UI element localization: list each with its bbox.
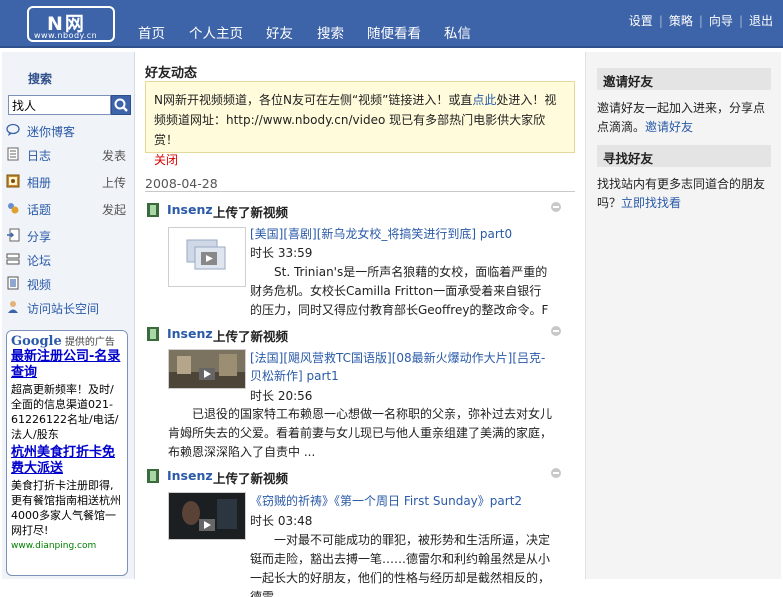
invite-link[interactable]: 邀请好友 [645,120,693,134]
google-logo: Google [11,334,62,349]
feed-user-link[interactable]: Insenz [167,468,213,483]
ad-title-1[interactable]: 最新注册公司-名录查询 [7,349,127,381]
nav-browse[interactable]: 随便看看 [367,22,421,42]
site-logo[interactable]: N网 www.nbody.cn [27,6,115,42]
sidebar-item-mini-blog[interactable]: 迷你博客 [6,121,130,141]
video-thumbnail[interactable] [168,227,246,287]
search-title: 搜索 [28,72,53,86]
invite-title: 邀请好友 [597,68,771,90]
video-still-image [169,493,245,539]
video-description: 一对最不可能成功的罪犯，被形势和生活所逼，决定铤而走险，豁出去搏一笔……德雷尔和… [250,533,551,597]
nav-messages[interactable]: 私信 [444,22,471,42]
strategy-link[interactable]: 策略 [669,14,693,28]
ad-url[interactable]: www.dianping.com [7,541,127,551]
ad-header: Google 提供的广告 [7,331,127,349]
remove-icon[interactable] [551,326,561,336]
nav-friends[interactable]: 好友 [266,22,293,42]
feed-action: 上传了新视频 [213,329,289,344]
account-links: 设置 | 策略 | 向导 | 退出 [629,12,773,29]
film-icon [147,203,159,217]
video-thumbnail[interactable] [168,492,246,540]
sidebar-item-label: 论坛 [27,254,52,268]
forum-icon [6,253,20,265]
video-title-link[interactable]: [法国][飓风营救TC国语版][08最新火爆动作大片][吕克-贝松新作] par… [250,349,550,385]
video-title-link[interactable]: 《窃贼的祈祷》《第一个周日 First Sunday》part2 [250,492,550,510]
search-button[interactable] [111,95,131,115]
ad-header-label: 提供的广告 [64,337,115,348]
page-title: 好友动态 [145,66,198,81]
video-icon [7,276,19,290]
guide-link[interactable]: 向导 [709,14,733,28]
nav-search[interactable]: 搜索 [317,22,344,42]
mini-blog-icon [6,123,20,136]
topic-icon [8,203,19,214]
notice-box: N网新开视频频道，各位N友可在左侧“视频”链接进入！或直点此处进入！视频频道网址… [145,81,575,167]
sidebar-item-label: 日志 [27,149,52,163]
video-placeholder-icon [186,239,226,270]
video-thumbnail[interactable] [168,349,246,389]
journal-post-link[interactable]: 发表 [102,147,126,164]
logo-url: www.nbody.cn [34,31,98,40]
video-description: 已退役的国家特工布赖恩一心想做一名称职的父亲，弥补过去对女儿肯姆所失去的父爱。看… [168,407,553,459]
divider: | [698,14,703,28]
film-icon [147,469,159,483]
main-content: 好友动态 N网新开视频频道，各位N友可在左侧“视频”链接进入！或直点此处进入！视… [136,52,585,597]
video-title-link[interactable]: [美国][喜剧][新乌龙女校_将搞笑进行到底] part0 [250,225,550,243]
sidebar-item-label: 相册 [27,176,52,190]
video-description: St. Trinian's是一所声名狼藉的女校，面临着严重的财务危机。女校长Ca… [250,265,549,336]
feed-action: 上传了新视频 [213,205,289,220]
sidebar-item-visit-admin[interactable]: 访问站长空间 [6,298,130,318]
search-icon [114,98,128,112]
sidebar-item-journal[interactable]: 日志 发表 [6,145,130,165]
remove-icon[interactable] [551,468,561,478]
sidebar-item-forum[interactable]: 论坛 [6,250,130,270]
feed-user-link[interactable]: Insenz [167,202,213,217]
photo-album-icon [6,174,20,188]
video-duration: 时长 33:59 [250,246,313,260]
invite-box: 邀请好友一起加入进来，分享点点滴滴。邀请好友 [597,99,773,137]
topic-start-link[interactable]: 发起 [102,201,126,218]
nav-profile[interactable]: 个人主页 [189,22,243,42]
find-box: 找找站内有更多志同道合的朋友吗？立即找找看 [597,175,773,213]
video-duration: 时长 20:56 [250,389,313,403]
find-title: 寻找好友 [597,145,771,167]
album-upload-link[interactable]: 上传 [102,174,126,191]
ad-title-2[interactable]: 杭州美食打折卡免费大派送 [7,445,127,477]
sidebar-item-video[interactable]: 视频 [6,274,130,294]
feed-user-link[interactable]: Insenz [167,326,213,341]
ad-body-1: 超高更新频率！及时/全面的信息渠道021-61226122名址/电话/法人/股东 [11,383,119,441]
notice-close-link[interactable]: 关闭 [154,153,178,167]
sidebar-item-label: 迷你博客 [27,125,76,139]
user-icon [8,301,18,313]
divider: | [658,14,663,28]
right-sidebar: 邀请好友 邀请好友一起加入进来，分享点点滴滴。邀请好友 寻找好友 找找站内有更多… [585,52,781,579]
remove-icon[interactable] [551,202,561,212]
find-link[interactable]: 立即找找看 [621,196,681,210]
sidebar-item-label: 视频 [27,278,52,292]
notice-text: N网新开视频频道，各位N友可在左侧“视频”链接进入！或直 [154,93,473,107]
video-still-image [169,350,245,388]
top-header: N网 www.nbody.cn 首页 个人主页 好友 搜索 随便看看 私信 设置… [0,0,783,48]
divider: | [738,14,743,28]
settings-link[interactable]: 设置 [629,14,653,28]
feed-action: 上传了新视频 [213,471,289,486]
notice-link[interactable]: 点此 [472,93,496,107]
sidebar-item-share[interactable]: 分享 [6,226,130,246]
feed-date: 2008-04-28 [145,176,575,192]
video-duration: 时长 03:48 [250,514,313,528]
google-ad-box: Google 提供的广告 最新注册公司-名录查询 超高更新频率！及时/全面的信息… [6,330,128,576]
nav-home[interactable]: 首页 [138,22,165,42]
share-icon [7,228,20,242]
logout-link[interactable]: 退出 [749,14,773,28]
journal-icon [7,147,19,161]
sidebar-item-label: 分享 [27,230,52,244]
ad-body-2: 美食打折卡注册即得,更有餐馆指南相送杭州4000多家人气餐馆一网打尽! [11,479,121,537]
sidebar-item-label: 话题 [27,203,52,217]
sidebar-item-label: 访问站长空间 [27,302,100,316]
film-icon [147,327,159,341]
search-input[interactable] [8,95,111,115]
sidebar-item-topic[interactable]: 话题 发起 [6,199,130,219]
sidebar-item-album[interactable]: 相册 上传 [6,172,130,192]
left-sidebar: 搜索 迷你博客 日志 发表 相册 上传 话题 发起 分享 论坛 视频 访问站长空… [2,52,135,579]
